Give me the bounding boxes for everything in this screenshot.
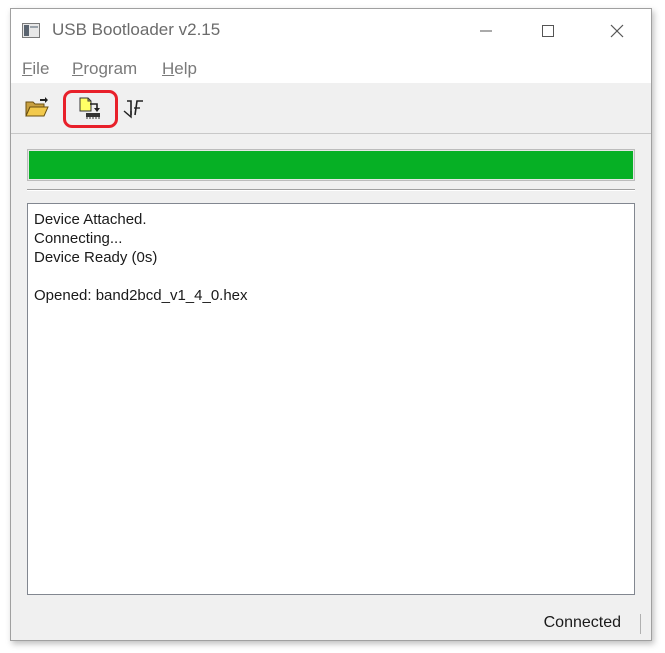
app-window-icon xyxy=(22,23,40,38)
highlight-ring-annotation xyxy=(63,90,118,128)
reset-device-icon[interactable] xyxy=(123,96,149,120)
status-bar: Connected xyxy=(11,604,651,640)
progress-fill xyxy=(29,151,633,179)
minimize-button[interactable] xyxy=(463,9,509,53)
connection-status: Connected xyxy=(543,614,621,631)
close-button[interactable] xyxy=(594,9,640,53)
log-output[interactable]: Device Attached. Connecting... Device Read… xyxy=(27,203,635,595)
log-line: Opened: band2bcd_v1_4_0.hex xyxy=(34,287,248,304)
separator xyxy=(27,189,635,191)
close-icon xyxy=(610,24,624,38)
toolbar xyxy=(11,83,651,134)
log-line: Device Ready (0s) xyxy=(34,249,158,266)
progress-bar xyxy=(27,149,635,181)
status-divider xyxy=(640,614,641,634)
open-folder-icon[interactable] xyxy=(24,96,50,120)
log-line: Connecting... xyxy=(34,230,123,247)
maximize-button[interactable] xyxy=(525,9,571,53)
menu-program[interactable]: Program xyxy=(72,59,137,79)
menu-file[interactable]: File xyxy=(22,59,49,79)
menu-help[interactable]: Help xyxy=(162,59,197,79)
log-line: Device Attached. xyxy=(34,211,147,228)
menu-bar: File Program Help xyxy=(11,53,651,83)
window-title: USB Bootloader v2.15 xyxy=(52,20,221,39)
title-bar[interactable]: USB Bootloader v2.15 xyxy=(11,9,651,53)
minimize-icon xyxy=(480,30,492,32)
bootloader-window: USB Bootloader v2.15 File Program Help D… xyxy=(10,8,652,641)
maximize-icon xyxy=(542,25,554,37)
